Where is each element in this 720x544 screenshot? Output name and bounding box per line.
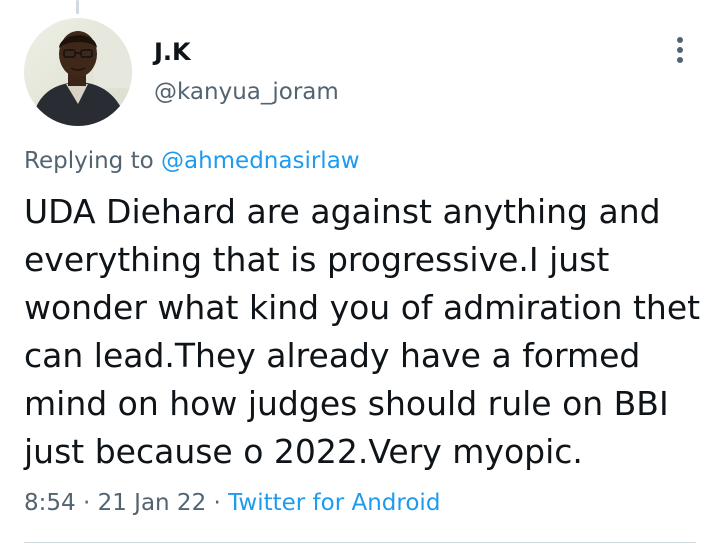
- tweet-text-line: UDA Diehard are against anything and: [24, 192, 661, 231]
- avatar[interactable]: [24, 18, 132, 126]
- author-handle[interactable]: @kanyua_joram: [154, 78, 339, 106]
- tweet-text-line: just because o 2022.Very myopic.: [24, 432, 583, 471]
- tweet-text-line: mind on how judges should rule on BBI: [24, 384, 669, 423]
- tweet-text-line: wonder what kind you of admiration thet: [24, 288, 701, 327]
- avatar-photo: [24, 18, 132, 126]
- replying-to: Replying to @ahmednasirlaw: [24, 146, 360, 176]
- meta-separator: ·: [82, 490, 91, 516]
- more-vertical-icon: [677, 37, 683, 63]
- more-options-button[interactable]: [664, 32, 696, 68]
- tweet-text: UDA Diehard are against anything and eve…: [24, 188, 714, 476]
- tweet-text-line: everything that is progressive.I just: [24, 240, 610, 279]
- tweet-time[interactable]: 8:54: [24, 490, 76, 516]
- divider: [24, 542, 696, 543]
- thread-connector-line: [76, 0, 79, 14]
- reply-mention-link[interactable]: @ahmednasirlaw: [161, 148, 360, 174]
- author-display-name[interactable]: J.K: [154, 38, 191, 66]
- tweet-text-line: can lead.They already have a formed: [24, 336, 641, 375]
- tweet-date[interactable]: 21 Jan 22: [98, 490, 207, 516]
- replying-to-label: Replying to: [24, 148, 154, 174]
- tweet-meta: 8:54 · 21 Jan 22 · Twitter for Android: [24, 488, 440, 518]
- tweet-source-link[interactable]: Twitter for Android: [228, 490, 440, 516]
- meta-separator: ·: [213, 490, 221, 516]
